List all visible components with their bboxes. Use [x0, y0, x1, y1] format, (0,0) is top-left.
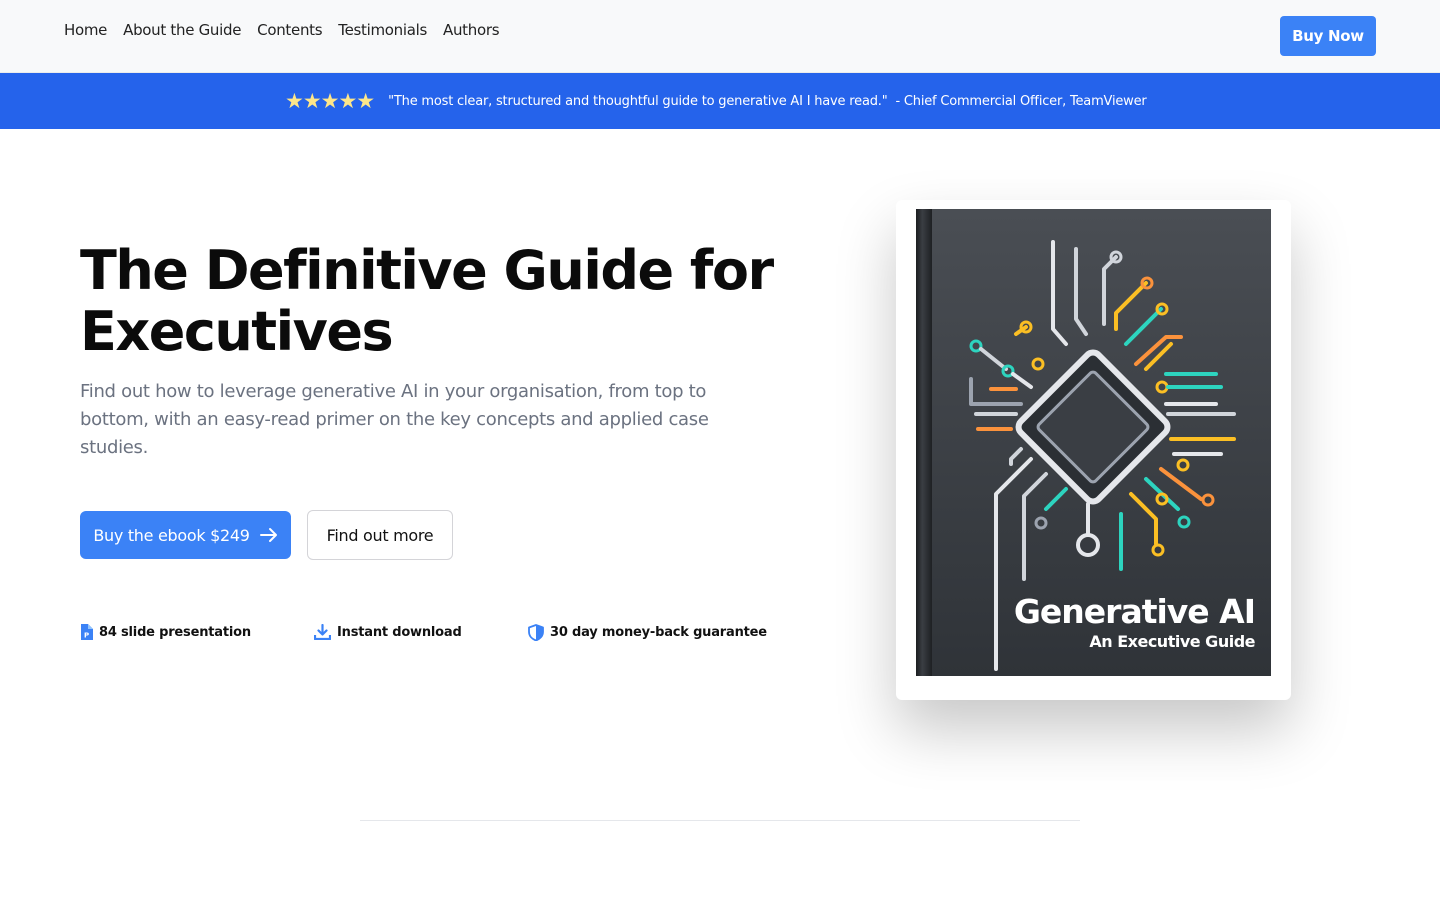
feature-guarantee-label: 30 day money-back guarantee [550, 625, 767, 640]
nav-buy-now-button[interactable]: Buy Now [1280, 16, 1376, 56]
buy-ebook-label: Buy the ebook $249 [93, 525, 250, 545]
book-cover-image: Generative AI An Executive Guide [916, 209, 1271, 676]
feature-list: P 84 slide presentation Instant download… [0, 624, 800, 644]
hero-title: The Definitive Guide for Executives [80, 239, 774, 363]
nav-link-testimonials[interactable]: Testimonials [338, 21, 427, 39]
arrow-right-icon [259, 528, 277, 542]
section-divider [360, 820, 1080, 821]
testimonial-banner: ★★★★★ "The most clear, structured and th… [0, 73, 1440, 129]
find-out-more-button[interactable]: Find out more [307, 510, 453, 560]
slides-file-icon: P [81, 624, 93, 640]
book-cover-title: Generative AI [1013, 592, 1256, 631]
feature-slides: P 84 slide presentation [80, 624, 251, 640]
feature-guarantee: 30 day money-back guarantee [528, 624, 767, 641]
testimonial-attribution: - Chief Commercial Officer, TeamViewer [895, 93, 1147, 109]
nav-link-authors[interactable]: Authors [443, 21, 500, 39]
feature-slides-label: 84 slide presentation [99, 624, 251, 640]
feature-download: Instant download [314, 624, 462, 640]
testimonial-quote: "The most clear, structured and thoughtf… [388, 93, 888, 109]
svg-text:P: P [84, 632, 89, 640]
download-icon [314, 624, 331, 640]
testimonial-content: ★★★★★ "The most clear, structured and th… [285, 89, 1147, 113]
nav-links: Home About the Guide Contents Testimonia… [64, 21, 500, 39]
nav-link-home[interactable]: Home [64, 21, 107, 39]
hero-subtitle: Find out how to leverage generative AI i… [80, 381, 709, 458]
book-cover-subtitle: An Executive Guide [1089, 632, 1255, 651]
five-star-rating-icon: ★★★★★ [285, 89, 375, 113]
nav-link-about[interactable]: About the Guide [123, 21, 241, 39]
top-navbar: Home About the Guide Contents Testimonia… [0, 0, 1440, 73]
feature-download-label: Instant download [337, 624, 462, 640]
buy-ebook-button[interactable]: Buy the ebook $249 [80, 511, 291, 559]
nav-link-contents[interactable]: Contents [257, 21, 322, 39]
shield-icon [528, 624, 544, 641]
